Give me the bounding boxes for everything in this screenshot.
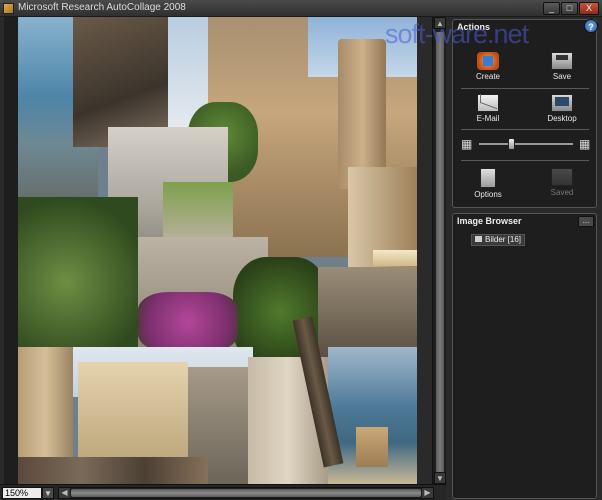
- photo-awning: [373, 250, 417, 266]
- status-bar: 150% ▼ ◀ ▶: [0, 484, 446, 500]
- photo-fort: [356, 427, 388, 467]
- title-bar: Microsoft Research AutoCollage 2008 _ □ …: [0, 0, 602, 17]
- photo-garden: [18, 197, 138, 367]
- app-window: Microsoft Research AutoCollage 2008 _ □ …: [0, 0, 602, 500]
- collage-size-slider-row: ▦ ▦: [461, 136, 591, 152]
- options-label: Options: [474, 190, 502, 199]
- collage-image[interactable]: [18, 17, 417, 484]
- saved-label: Saved: [550, 188, 574, 197]
- slider-thumb[interactable]: [508, 138, 515, 150]
- collage-size-slider[interactable]: [479, 138, 573, 150]
- horizontal-scroll-thumb[interactable]: [71, 489, 421, 497]
- email-icon: [477, 94, 499, 112]
- options-icon: [480, 168, 496, 188]
- minimize-button[interactable]: _: [543, 2, 560, 15]
- vertical-scroll-thumb[interactable]: [435, 31, 445, 476]
- save-icon: [551, 52, 573, 70]
- photo-flower-pots: [163, 182, 233, 242]
- save-button[interactable]: Save: [537, 52, 587, 81]
- divider: [461, 88, 589, 89]
- small-grid-icon: ▦: [461, 137, 473, 151]
- photo-people-street: [318, 267, 417, 357]
- photo-crowd: [18, 457, 208, 484]
- collage-canvas-area: [4, 17, 417, 484]
- email-label: E-Mail: [476, 114, 500, 123]
- close-button[interactable]: X: [579, 2, 599, 15]
- more-button[interactable]: ...: [578, 216, 594, 227]
- folder-item[interactable]: Bilder [16]: [471, 234, 526, 246]
- desktop-label: Desktop: [547, 114, 577, 123]
- window-title: Microsoft Research AutoCollage 2008: [18, 2, 186, 13]
- email-button[interactable]: E-Mail: [463, 94, 513, 123]
- vertical-scrollbar[interactable]: ▲ ▼: [432, 17, 446, 484]
- horizontal-scrollbar[interactable]: ◀ ▶: [58, 487, 434, 499]
- desktop-button[interactable]: Desktop: [537, 94, 587, 123]
- folder-icon: [475, 236, 482, 242]
- create-collage-icon: [477, 52, 499, 70]
- save-label: Save: [552, 72, 572, 81]
- app-icon: [3, 3, 14, 14]
- image-browser-panel: Image Browser ... Bilder [16]: [452, 213, 597, 499]
- folder-count: [16]: [507, 235, 522, 244]
- help-icon[interactable]: ?: [584, 19, 598, 33]
- desktop-icon: [551, 94, 573, 112]
- zoom-level-field[interactable]: 150%: [2, 487, 42, 499]
- watermark-logo: soft-ware.net: [385, 19, 529, 49]
- scroll-down-icon[interactable]: ▼: [434, 472, 446, 484]
- saved-button[interactable]: Saved: [537, 168, 587, 197]
- chevron-down-icon[interactable]: ▼: [42, 487, 54, 499]
- scroll-left-icon[interactable]: ◀: [59, 488, 70, 498]
- create-label: Create: [475, 72, 500, 81]
- folder-name: Bilder: [485, 235, 506, 244]
- options-button[interactable]: Options: [463, 168, 513, 199]
- scroll-right-icon[interactable]: ▶: [422, 488, 433, 498]
- saved-icon: [551, 168, 573, 186]
- create-button[interactable]: Create: [463, 52, 513, 81]
- divider: [461, 160, 589, 161]
- side-panel: Actions ? Create Save E-Mail Desktop ▦ ▦…: [446, 17, 602, 500]
- photo-bougainvillea: [138, 292, 238, 352]
- maximize-button[interactable]: □: [561, 2, 578, 15]
- divider: [461, 129, 589, 130]
- image-browser-title: Image Browser: [457, 216, 522, 226]
- large-grid-icon: ▦: [579, 137, 591, 151]
